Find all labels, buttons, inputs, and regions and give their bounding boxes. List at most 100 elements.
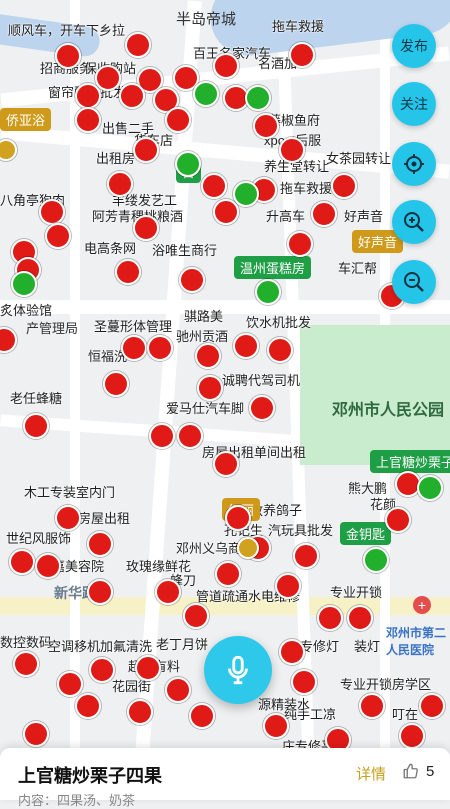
zoom-in-button[interactable] (392, 200, 436, 244)
map-pin[interactable] (75, 83, 101, 109)
map-pin[interactable] (135, 655, 161, 681)
map-pin[interactable] (253, 113, 279, 139)
map-pin[interactable] (215, 561, 241, 587)
map-pin[interactable] (331, 173, 357, 199)
map-pin[interactable] (177, 423, 203, 449)
map-pin[interactable] (13, 651, 39, 677)
poi-tag-selected[interactable]: 上官糖炒栗子 (370, 450, 450, 473)
locate-button[interactable] (392, 142, 436, 186)
map-pin[interactable] (263, 713, 289, 739)
map-pin[interactable] (107, 171, 133, 197)
map-pin[interactable] (293, 543, 319, 569)
poi-label: 木工专装室内门 (24, 485, 116, 500)
map-pin[interactable] (9, 549, 35, 575)
follow-button[interactable]: 关注 (392, 82, 436, 126)
map-pin[interactable] (55, 43, 81, 69)
poi-detail-sheet[interactable]: 上官糖炒栗子四果 内容：四果汤、奶茶 详情 5 (0, 748, 450, 808)
mic-icon (228, 655, 248, 685)
map-pin[interactable] (87, 531, 113, 557)
map-pin[interactable] (35, 553, 61, 579)
map-pin[interactable] (55, 505, 81, 531)
poi-tag[interactable]: 侨亚浴 (0, 108, 52, 131)
map-pin[interactable] (419, 693, 445, 719)
map-pin[interactable] (183, 603, 209, 629)
map-pin-green[interactable] (417, 475, 443, 501)
voice-search-button[interactable] (204, 636, 272, 704)
poi-label: 电高条网 (84, 241, 137, 256)
map-pin[interactable] (119, 83, 145, 109)
map-pin[interactable] (287, 231, 313, 257)
map-pin[interactable] (23, 721, 49, 747)
map-pin[interactable] (291, 669, 317, 695)
map-pin-green[interactable] (363, 547, 389, 573)
map-pin[interactable] (249, 395, 275, 421)
map-pin[interactable] (155, 579, 181, 605)
map-pin[interactable] (39, 199, 65, 225)
detail-link[interactable]: 详情 (356, 763, 386, 784)
map-pin[interactable] (75, 107, 101, 133)
map-pin-gold[interactable] (237, 537, 259, 559)
map-pin[interactable] (189, 703, 215, 729)
zoom-out-button[interactable] (392, 260, 436, 304)
poi-tag[interactable]: 金钥匙 (340, 522, 392, 545)
map-pin[interactable] (279, 639, 305, 665)
map-pin[interactable] (133, 137, 159, 163)
map-pin[interactable] (197, 375, 223, 401)
map-pin[interactable] (23, 413, 49, 439)
map-pin[interactable] (75, 693, 101, 719)
map-pin[interactable] (289, 42, 315, 68)
map-pin[interactable] (311, 201, 337, 227)
map-pin[interactable] (233, 333, 259, 359)
map-pin[interactable] (115, 259, 141, 285)
poi-label: 专业开锁 (330, 585, 383, 600)
poi-tag[interactable]: 温州蛋糕房 (234, 256, 312, 279)
poi-label: 驰州贡酒 (176, 329, 229, 344)
map-pin[interactable] (359, 693, 385, 719)
map-pin[interactable] (45, 223, 71, 249)
map-pin[interactable] (147, 335, 173, 361)
map-pin-green[interactable] (255, 279, 281, 305)
map-pin[interactable] (149, 423, 175, 449)
map-pin[interactable] (225, 505, 251, 531)
map-pin[interactable] (275, 573, 301, 599)
map-pin[interactable] (57, 671, 83, 697)
area-label: 半岛帝城 (176, 11, 237, 28)
map-pin[interactable] (0, 327, 17, 353)
map-pin[interactable] (179, 267, 205, 293)
map-pin[interactable] (213, 199, 239, 225)
map-pin[interactable] (317, 605, 343, 631)
map-pin-green[interactable] (11, 271, 37, 297)
map-pin-gold[interactable] (0, 139, 17, 161)
map-pin[interactable] (95, 65, 121, 91)
map-pin-green[interactable] (233, 181, 259, 207)
map-pin[interactable] (399, 723, 425, 749)
map-pin[interactable] (195, 343, 221, 369)
poi-label: 女茶园转让 (326, 151, 392, 166)
map-pin[interactable] (127, 699, 153, 725)
publish-button[interactable]: 发布 (392, 24, 436, 68)
map-pin[interactable] (347, 605, 373, 631)
map-pin[interactable] (121, 335, 147, 361)
map-pin[interactable] (125, 32, 151, 58)
map-pin[interactable] (103, 371, 129, 397)
poi-label: 拖车救援 (272, 19, 325, 34)
map-pin-green[interactable] (245, 85, 271, 111)
map-pin[interactable] (133, 215, 159, 241)
map-pin-green[interactable] (175, 151, 201, 177)
map-pin[interactable] (165, 107, 191, 133)
map-pin[interactable] (89, 657, 115, 683)
map-pin[interactable] (213, 451, 239, 477)
thumbs-up-icon[interactable] (402, 762, 420, 780)
map-pin[interactable] (385, 507, 411, 533)
map-pin[interactable] (213, 53, 239, 79)
map-pin[interactable] (165, 677, 191, 703)
map-pin[interactable] (87, 579, 113, 605)
poi-label: 出租房 (96, 151, 136, 166)
map-pin-green[interactable] (193, 81, 219, 107)
park-label: 邓州市人民公园 (332, 402, 445, 419)
map-pin[interactable] (267, 337, 293, 363)
poi-label: 世纪风服饰 (6, 531, 72, 546)
map-pin[interactable] (201, 173, 227, 199)
poi-title: 上官糖炒栗子四果 (18, 766, 162, 786)
map-pin[interactable] (279, 137, 305, 163)
